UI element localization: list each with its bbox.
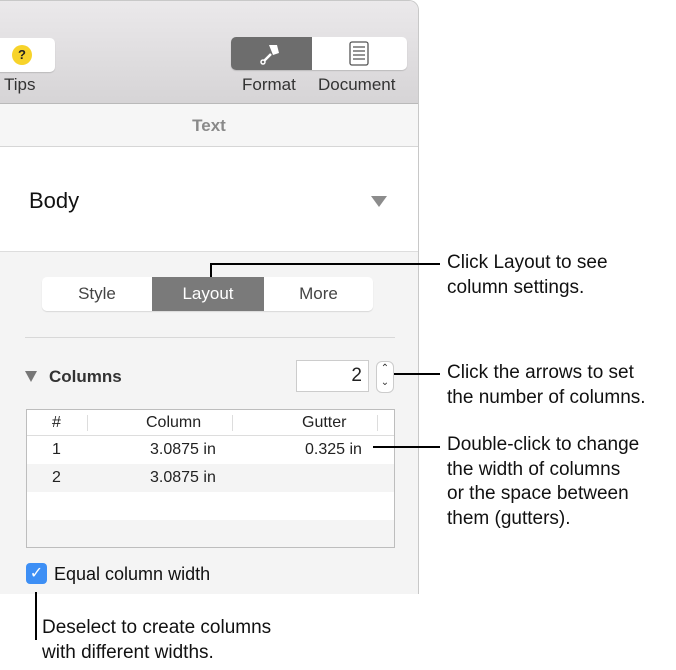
dropdown-arrow-icon[interactable] [371,196,387,207]
callout-arrows: Click the arrows to set the number of col… [447,362,646,408]
help-icon: ? [12,45,32,65]
toolbar: ? Tips Format Document [0,1,418,104]
divider [25,337,395,338]
paintbrush-icon [260,45,279,65]
column-width[interactable]: 3.0875 in [150,441,216,459]
table-row[interactable]: 1 3.0875 in 0.325 in [27,436,394,464]
tips-label: Tips [4,75,36,94]
equal-width-checkbox[interactable]: ✓ [26,563,47,584]
header-num[interactable]: # [52,414,61,432]
equal-width-label: Equal column width [54,564,211,584]
column-count-stepper[interactable]: ⌃ ⌄ [376,361,394,393]
table-row[interactable]: 2 3.0875 in [27,464,394,492]
tab-layout[interactable]: Layout [152,277,264,311]
column-count-input[interactable]: 2 [296,360,369,392]
column-width[interactable]: 3.0875 in [150,469,216,487]
inspector-switcher [231,37,407,70]
header-column[interactable]: Column [146,414,201,432]
format-button[interactable] [231,37,312,70]
empty-row [27,520,394,547]
format-label: Format [242,75,296,94]
document-label: Document [318,75,396,94]
callout-layout: Click Layout to see column settings. [447,252,608,298]
document-icon [349,41,369,66]
gutter-width[interactable]: 0.325 in [305,441,362,459]
tips-button[interactable]: ? [0,38,55,72]
disclosure-triangle-icon[interactable] [25,371,37,382]
table-header: # Column Gutter [27,410,394,436]
paragraph-style-value: Body [29,188,80,213]
row-num: 1 [52,441,61,458]
tab-more[interactable]: More [264,277,373,311]
callout-width: Double-click to change the width of colum… [447,434,640,529]
paragraph-style-menu[interactable]: Body [0,147,418,252]
row-num: 2 [52,469,61,486]
columns-table: # Column Gutter 1 3.0875 in 0.325 in 2 3… [26,409,395,548]
callout-deselect: Deselect to create columns with different… [42,617,272,663]
chevron-down-icon[interactable]: ⌄ [377,376,393,390]
chevron-up-icon[interactable]: ⌃ [377,362,393,376]
checkmark-icon: ✓ [29,565,44,582]
section-header-text: Text [0,104,418,147]
document-button[interactable] [312,37,407,70]
columns-title: Columns [49,367,122,386]
header-gutter[interactable]: Gutter [302,414,346,432]
format-inspector-panel: ? Tips Format Document Text Body Style L… [0,0,419,594]
tab-style[interactable]: Style [42,277,152,311]
